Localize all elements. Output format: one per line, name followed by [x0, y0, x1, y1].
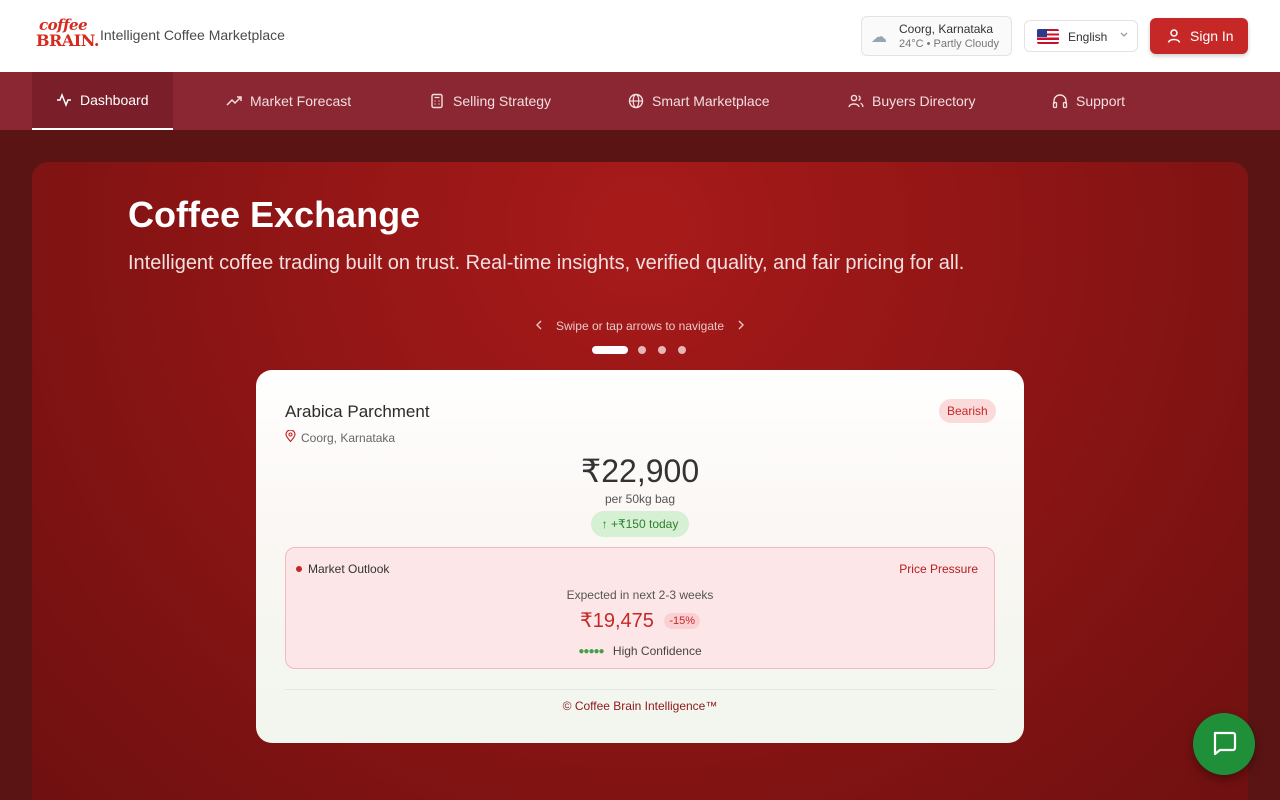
- nav-market-forecast[interactable]: Market Forecast: [226, 72, 351, 130]
- outlook-label: Market Outlook: [308, 562, 390, 576]
- nav-buyers-directory[interactable]: Buyers Directory: [848, 72, 975, 130]
- chat-button[interactable]: [1193, 713, 1255, 775]
- card-location-label: Coorg, Karnataka: [301, 430, 396, 445]
- cloud-icon: ☁: [871, 29, 887, 46]
- us-flag-icon: [1037, 29, 1059, 44]
- market-outlook-panel: Market Outlook Price Pressure Expected i…: [285, 547, 995, 669]
- card-title: Arabica Parchment: [285, 402, 430, 421]
- hero-section: Coffee Exchange Intelligent coffee tradi…: [32, 162, 1248, 800]
- nav-market-forecast-label: Market Forecast: [250, 93, 352, 109]
- arrow-up-icon: ↑: [601, 517, 608, 531]
- hero-title: Coffee Exchange: [128, 194, 421, 235]
- top-header: coffee BRAIN. Intelligent Coffee Marketp…: [0, 0, 1280, 72]
- site-tagline: Intelligent Coffee Marketplace: [100, 27, 285, 43]
- outlook-status: Price Pressure: [899, 562, 978, 576]
- language-selector[interactable]: English: [1024, 20, 1138, 52]
- nav-selling-strategy[interactable]: Selling Strategy: [429, 72, 551, 130]
- nav-buyers-directory-label: Buyers Directory: [872, 93, 976, 109]
- status-dot-icon: [296, 566, 302, 572]
- hero-subtitle: Intelligent coffee trading built on trus…: [128, 252, 965, 274]
- nav-smart-marketplace-label: Smart Marketplace: [652, 93, 770, 109]
- chevron-right-icon[interactable]: [737, 319, 745, 333]
- price-change-label: +₹150 today: [610, 517, 679, 531]
- chat-icon: [1210, 728, 1238, 761]
- coffee-brain-logo[interactable]: coffee BRAIN.: [36, 18, 99, 52]
- weather-details: 24°C • Partly Cloudy: [899, 38, 999, 50]
- nav-dashboard[interactable]: Dashboard: [32, 72, 173, 130]
- card-footer: © Coffee Brain Intelligence™: [562, 699, 718, 713]
- price-unit: per 50kg bag: [604, 492, 676, 506]
- main-nav: Dashboard Market Forecast Selling Strate…: [0, 72, 1280, 130]
- chevron-down-icon: [1119, 29, 1129, 42]
- confidence-row: ●●●●● High Confidence: [286, 644, 994, 658]
- carousel-dot-2[interactable]: [638, 346, 646, 354]
- headphones-icon: [1052, 93, 1068, 109]
- price-change-badge: ↑ +₹150 today: [591, 511, 689, 537]
- nav-dashboard-label: Dashboard: [80, 92, 149, 108]
- nav-support-label: Support: [1076, 93, 1126, 109]
- user-icon: [1166, 28, 1182, 47]
- trend-badge: Bearish: [939, 399, 996, 423]
- globe-icon: [628, 93, 644, 109]
- outlook-price-row: ₹19,475 -15%: [286, 608, 994, 633]
- current-price: ₹22,900: [580, 453, 700, 489]
- chevron-left-icon[interactable]: [535, 319, 543, 333]
- price-card[interactable]: Arabica Parchment Coorg, Karnataka Beari…: [256, 370, 1024, 743]
- carousel-nav: Swipe or tap arrows to navigate: [32, 319, 1248, 333]
- carousel-dot-1[interactable]: [592, 346, 628, 354]
- weather-widget[interactable]: ☁ Coorg, Karnataka 24°C • Partly Cloudy: [861, 16, 1012, 56]
- sign-in-button[interactable]: Sign In: [1150, 18, 1248, 54]
- nav-smart-marketplace[interactable]: Smart Marketplace: [628, 72, 769, 130]
- trending-up-icon: [226, 93, 242, 109]
- activity-icon: [56, 92, 72, 108]
- users-icon: [848, 93, 864, 109]
- sign-in-label: Sign In: [1190, 28, 1234, 44]
- outlook-price: ₹19,475: [579, 610, 654, 632]
- nav-support[interactable]: Support: [1052, 72, 1125, 130]
- calculator-icon: [429, 93, 445, 109]
- carousel-dot-3[interactable]: [658, 346, 666, 354]
- swipe-hint: Swipe or tap arrows to navigate: [555, 319, 725, 333]
- outlook-expected: Expected in next 2-3 weeks: [566, 588, 714, 602]
- nav-selling-strategy-label: Selling Strategy: [453, 93, 552, 109]
- language-label: English: [1068, 30, 1108, 44]
- confidence-dots-icon: ●●●●●: [578, 646, 604, 657]
- outlook-percent: -15%: [664, 613, 701, 629]
- card-divider: [285, 689, 995, 690]
- carousel-dot-4[interactable]: [678, 346, 686, 354]
- weather-location: Coorg, Karnataka: [899, 22, 994, 36]
- card-location: Coorg, Karnataka: [285, 429, 396, 445]
- map-pin-icon: [285, 429, 296, 445]
- logo-line2: BRAIN.: [36, 31, 99, 50]
- confidence-label: High Confidence: [612, 644, 702, 658]
